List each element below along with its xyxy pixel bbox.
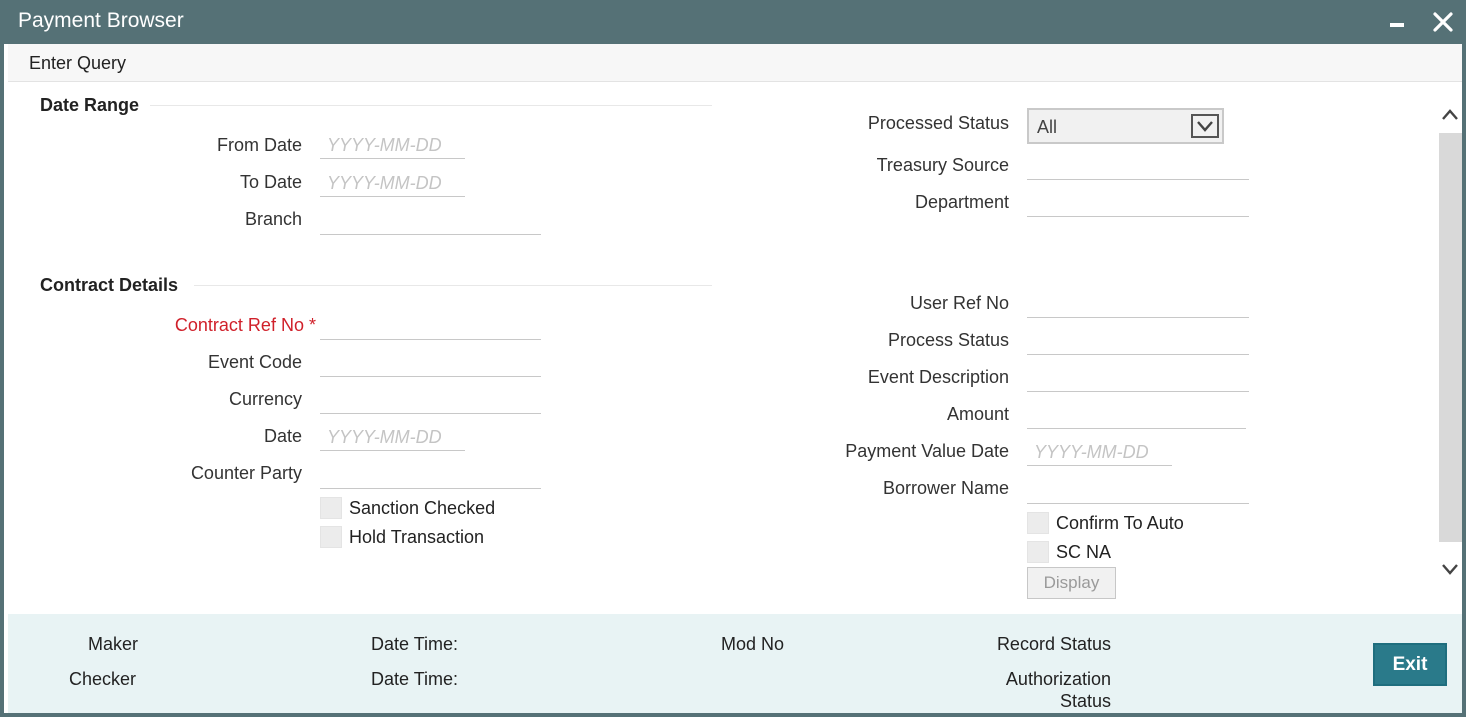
sanction-checked-label: Sanction Checked (349, 498, 496, 518)
counter-party-input[interactable] (320, 463, 541, 489)
menu-bar: Enter Query (8, 44, 1462, 82)
counter-party-label: Counter Party (190, 463, 302, 483)
to-date-label: To Date (239, 172, 302, 192)
contract-ref-input[interactable] (320, 314, 541, 340)
contract-ref-label: Contract Ref No * (124, 315, 316, 336)
hold-transaction-checkbox[interactable] (320, 526, 342, 548)
maker-date-time-label: Date Time: (371, 634, 459, 654)
from-date-placeholder: YYYY-MM-DD (327, 135, 442, 155)
sc-na-label: SC NA (1056, 542, 1112, 562)
payment-value-date-placeholder: YYYY-MM-DD (1034, 442, 1149, 462)
chevron-up-icon[interactable] (1440, 104, 1460, 126)
audit-footer (8, 614, 1462, 713)
department-input[interactable] (1027, 191, 1249, 217)
payment-browser-window: Payment Browser Enter Query Date Range F… (0, 0, 1466, 717)
minimize-icon[interactable] (1387, 9, 1409, 35)
scrollbar-thumb[interactable] (1439, 133, 1462, 542)
processed-status-value: All (1037, 117, 1058, 137)
window-title: Payment Browser (18, 9, 184, 32)
date-label: Date (263, 426, 302, 446)
checker-date-time-label: Date Time: (371, 669, 459, 689)
checker-label: Checker (69, 669, 137, 689)
from-date-input[interactable]: YYYY-MM-DD (320, 133, 465, 159)
amount-input[interactable] (1027, 403, 1246, 429)
branch-input[interactable] (320, 209, 541, 235)
confirm-to-auto-label: Confirm To Auto (1056, 513, 1184, 533)
event-description-input[interactable] (1027, 366, 1249, 392)
process-status-input[interactable] (1027, 329, 1249, 355)
authorization-status-label: Status (1059, 691, 1111, 711)
date-placeholder: YYYY-MM-DD (327, 427, 442, 447)
confirm-to-auto-checkbox[interactable] (1027, 512, 1049, 534)
payment-value-date-label: Payment Value Date (845, 441, 1009, 461)
processed-status-select[interactable]: All (1027, 108, 1224, 144)
department-label: Department (914, 192, 1009, 212)
date-input[interactable]: YYYY-MM-DD (320, 425, 465, 451)
close-icon[interactable] (1431, 8, 1455, 36)
enter-query-menu-item[interactable]: Enter Query (29, 53, 126, 74)
contract-details-divider (194, 285, 712, 286)
treasury-source-input[interactable] (1027, 154, 1249, 180)
authorization-label: Authorization (1005, 669, 1111, 689)
currency-label: Currency (228, 389, 302, 409)
treasury-source-label: Treasury Source (876, 155, 1009, 175)
required-marker: * (308, 315, 316, 335)
event-code-label: Event Code (207, 352, 302, 372)
processed-status-label: Processed Status (867, 113, 1009, 133)
currency-input[interactable] (320, 388, 541, 414)
chevron-down-icon (1191, 114, 1219, 138)
user-ref-input[interactable] (1027, 292, 1249, 318)
event-description-label: Event Description (867, 367, 1009, 387)
branch-label: Branch (244, 209, 302, 229)
contract-details-heading: Contract Details (40, 275, 179, 295)
date-range-heading: Date Range (40, 95, 140, 115)
user-ref-label: User Ref No (909, 293, 1009, 313)
contract-ref-label-text: Contract Ref No (174, 315, 304, 335)
sanction-checked-checkbox[interactable] (320, 497, 342, 519)
record-status-label: Record Status (996, 634, 1111, 654)
process-status-label: Process Status (887, 330, 1009, 350)
title-bar: Payment Browser (4, 0, 1466, 44)
to-date-placeholder: YYYY-MM-DD (327, 173, 442, 193)
mod-no-label: Mod No (721, 634, 785, 654)
sc-na-checkbox[interactable] (1027, 541, 1049, 563)
amount-label: Amount (946, 404, 1009, 424)
date-range-divider (150, 105, 712, 106)
display-button[interactable]: Display (1027, 567, 1116, 599)
hold-transaction-label: Hold Transaction (349, 527, 485, 547)
chevron-down-icon[interactable] (1440, 558, 1460, 580)
borrower-name-input[interactable] (1027, 478, 1249, 504)
borrower-name-label: Borrower Name (882, 478, 1009, 498)
to-date-input[interactable]: YYYY-MM-DD (320, 171, 465, 197)
maker-label: Maker (88, 634, 139, 654)
payment-value-date-input[interactable]: YYYY-MM-DD (1027, 440, 1172, 466)
exit-button[interactable]: Exit (1373, 643, 1447, 686)
from-date-label: From Date (216, 135, 302, 155)
event-code-input[interactable] (320, 351, 541, 377)
